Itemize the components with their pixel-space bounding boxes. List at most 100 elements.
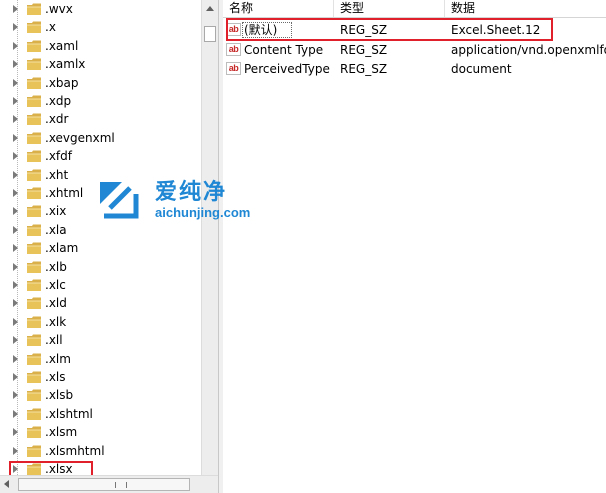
value-row-content-type[interactable]: ab Content Type REG_SZ application/vnd.o… [223, 40, 606, 60]
value-type: REG_SZ [340, 43, 388, 57]
column-header-type[interactable]: 类型 [334, 0, 445, 17]
expand-arrow-icon[interactable] [13, 60, 18, 69]
watermark-logo-icon [100, 182, 139, 219]
tree-item[interactable]: .xbap [0, 74, 200, 92]
expand-arrow-icon[interactable] [13, 336, 18, 345]
expand-arrow-icon[interactable] [13, 23, 18, 32]
scroll-left-arrow-icon[interactable] [4, 480, 9, 488]
tree-item[interactable]: .xlk [0, 313, 200, 331]
tree-item[interactable]: .xlsmhtml [0, 442, 200, 460]
tree-item[interactable]: .xls [0, 368, 200, 386]
expand-arrow-icon[interactable] [13, 5, 18, 13]
expand-arrow-icon[interactable] [13, 189, 18, 197]
column-header-name[interactable]: 名称 [223, 0, 334, 17]
tree-item-label: .xlshtml [45, 406, 93, 421]
tree-item[interactable]: .xlsb [0, 386, 200, 404]
folder-icon [27, 3, 41, 15]
tree-item-label: .xht [45, 167, 69, 182]
tree-item-label: .xlam [45, 241, 79, 256]
registry-values-list[interactable]: 名称 类型 数据 ab (默认) REG_SZ Excel.Sheet.12 a… [223, 0, 606, 493]
expand-arrow-icon[interactable] [13, 97, 18, 105]
folder-icon [27, 426, 41, 439]
expand-arrow-icon[interactable] [13, 207, 18, 216]
folder-icon [27, 297, 41, 310]
expand-arrow-icon[interactable] [13, 262, 18, 271]
folder-icon [27, 132, 41, 144]
tree-item[interactable]: .xdr [0, 110, 200, 128]
tree-item-label: .xaml [45, 38, 79, 53]
expand-arrow-icon[interactable] [13, 281, 18, 289]
tree-item[interactable]: .x [0, 18, 200, 36]
tree-item[interactable]: .xlb [0, 258, 200, 276]
expand-arrow-icon[interactable] [13, 354, 18, 363]
expand-arrow-icon[interactable] [13, 299, 18, 308]
tree-item[interactable]: .wvx [0, 0, 200, 18]
tree-vertical-scrollbar[interactable] [201, 0, 218, 475]
tree-item[interactable]: .xlam [0, 239, 200, 257]
expand-arrow-icon[interactable] [13, 446, 18, 455]
expand-arrow-icon[interactable] [13, 41, 18, 50]
folder-icon [27, 279, 41, 291]
expand-arrow-icon[interactable] [13, 133, 18, 142]
tree-item-label: .xlsb [45, 388, 74, 403]
tree-horizontal-scroll-thumb[interactable] [18, 478, 190, 491]
list-header: 名称 类型 数据 [223, 0, 606, 18]
tree-item-label: .xix [45, 204, 67, 219]
column-header-data[interactable]: 数据 [445, 0, 606, 17]
watermark: 爱纯净 aichunjing.com [96, 178, 266, 222]
tree-item[interactable]: .xfdf [0, 147, 200, 165]
tree-item-label: .xevgenxml [45, 130, 115, 145]
tree-item[interactable]: .xlc [0, 276, 200, 294]
tree-item[interactable]: .xevgenxml [0, 129, 200, 147]
tree-item-label: .xll [45, 333, 63, 348]
value-data: document [451, 62, 512, 76]
registry-key-tree[interactable]: .wvx .x .xaml .xamlx .xbap .xdp .xdr .xevgenxml… [0, 0, 201, 493]
expand-arrow-icon[interactable] [13, 373, 18, 381]
expand-arrow-icon[interactable] [13, 244, 18, 253]
expand-arrow-icon[interactable] [13, 391, 18, 400]
tree-item-label: .xlb [45, 259, 67, 274]
default-value-highlight-box [226, 18, 553, 41]
value-row-perceived-type[interactable]: ab PerceivedType REG_SZ document [223, 59, 606, 79]
folder-icon [27, 445, 41, 457]
tree-item-label: .xlk [45, 314, 67, 329]
expand-arrow-icon[interactable] [13, 170, 18, 179]
expand-arrow-icon[interactable] [13, 225, 18, 234]
tree-horizontal-scrollbar[interactable] [0, 475, 218, 493]
watermark-chinese-text: 爱纯净 [155, 180, 228, 205]
string-value-icon: ab [226, 62, 241, 75]
tree-item-label: .xamlx [45, 57, 86, 72]
value-name: Content Type [244, 43, 324, 57]
tree-vertical-scroll-thumb[interactable] [204, 26, 216, 42]
expand-arrow-icon[interactable] [13, 115, 18, 124]
tree-item-label: .xls [45, 370, 66, 384]
tree-item[interactable]: .xll [0, 331, 200, 349]
value-name: PerceivedType [244, 62, 330, 76]
tree-item[interactable]: .xamlx [0, 55, 200, 73]
tree-item[interactable]: .xlsm [0, 423, 200, 441]
folder-icon [27, 95, 41, 107]
tree-item[interactable]: .xdp [0, 92, 200, 110]
tree-item[interactable]: .xlm [0, 350, 200, 368]
folder-icon [27, 113, 41, 126]
tree-item[interactable]: .xaml [0, 37, 200, 55]
expand-arrow-icon[interactable] [13, 409, 18, 418]
tree-item-label: .wvx [45, 2, 73, 16]
tree-item-label: .xlc [45, 278, 66, 292]
folder-icon [27, 261, 41, 273]
string-value-icon: ab [226, 43, 241, 56]
folder-icon [27, 77, 41, 89]
folder-icon [27, 224, 41, 236]
folder-icon [27, 316, 41, 328]
tree-item[interactable]: .xla [0, 221, 200, 239]
expand-arrow-icon[interactable] [13, 78, 18, 87]
expand-arrow-icon[interactable] [13, 428, 18, 437]
expand-arrow-icon[interactable] [13, 317, 18, 326]
folder-icon [27, 371, 41, 383]
folder-icon [27, 58, 41, 71]
scroll-up-arrow-icon[interactable] [202, 0, 218, 17]
expand-arrow-icon[interactable] [13, 152, 18, 161]
tree-item-label: .xhtml [45, 186, 84, 200]
tree-item[interactable]: .xld [0, 294, 200, 312]
tree-item[interactable]: .xlshtml [0, 405, 200, 423]
